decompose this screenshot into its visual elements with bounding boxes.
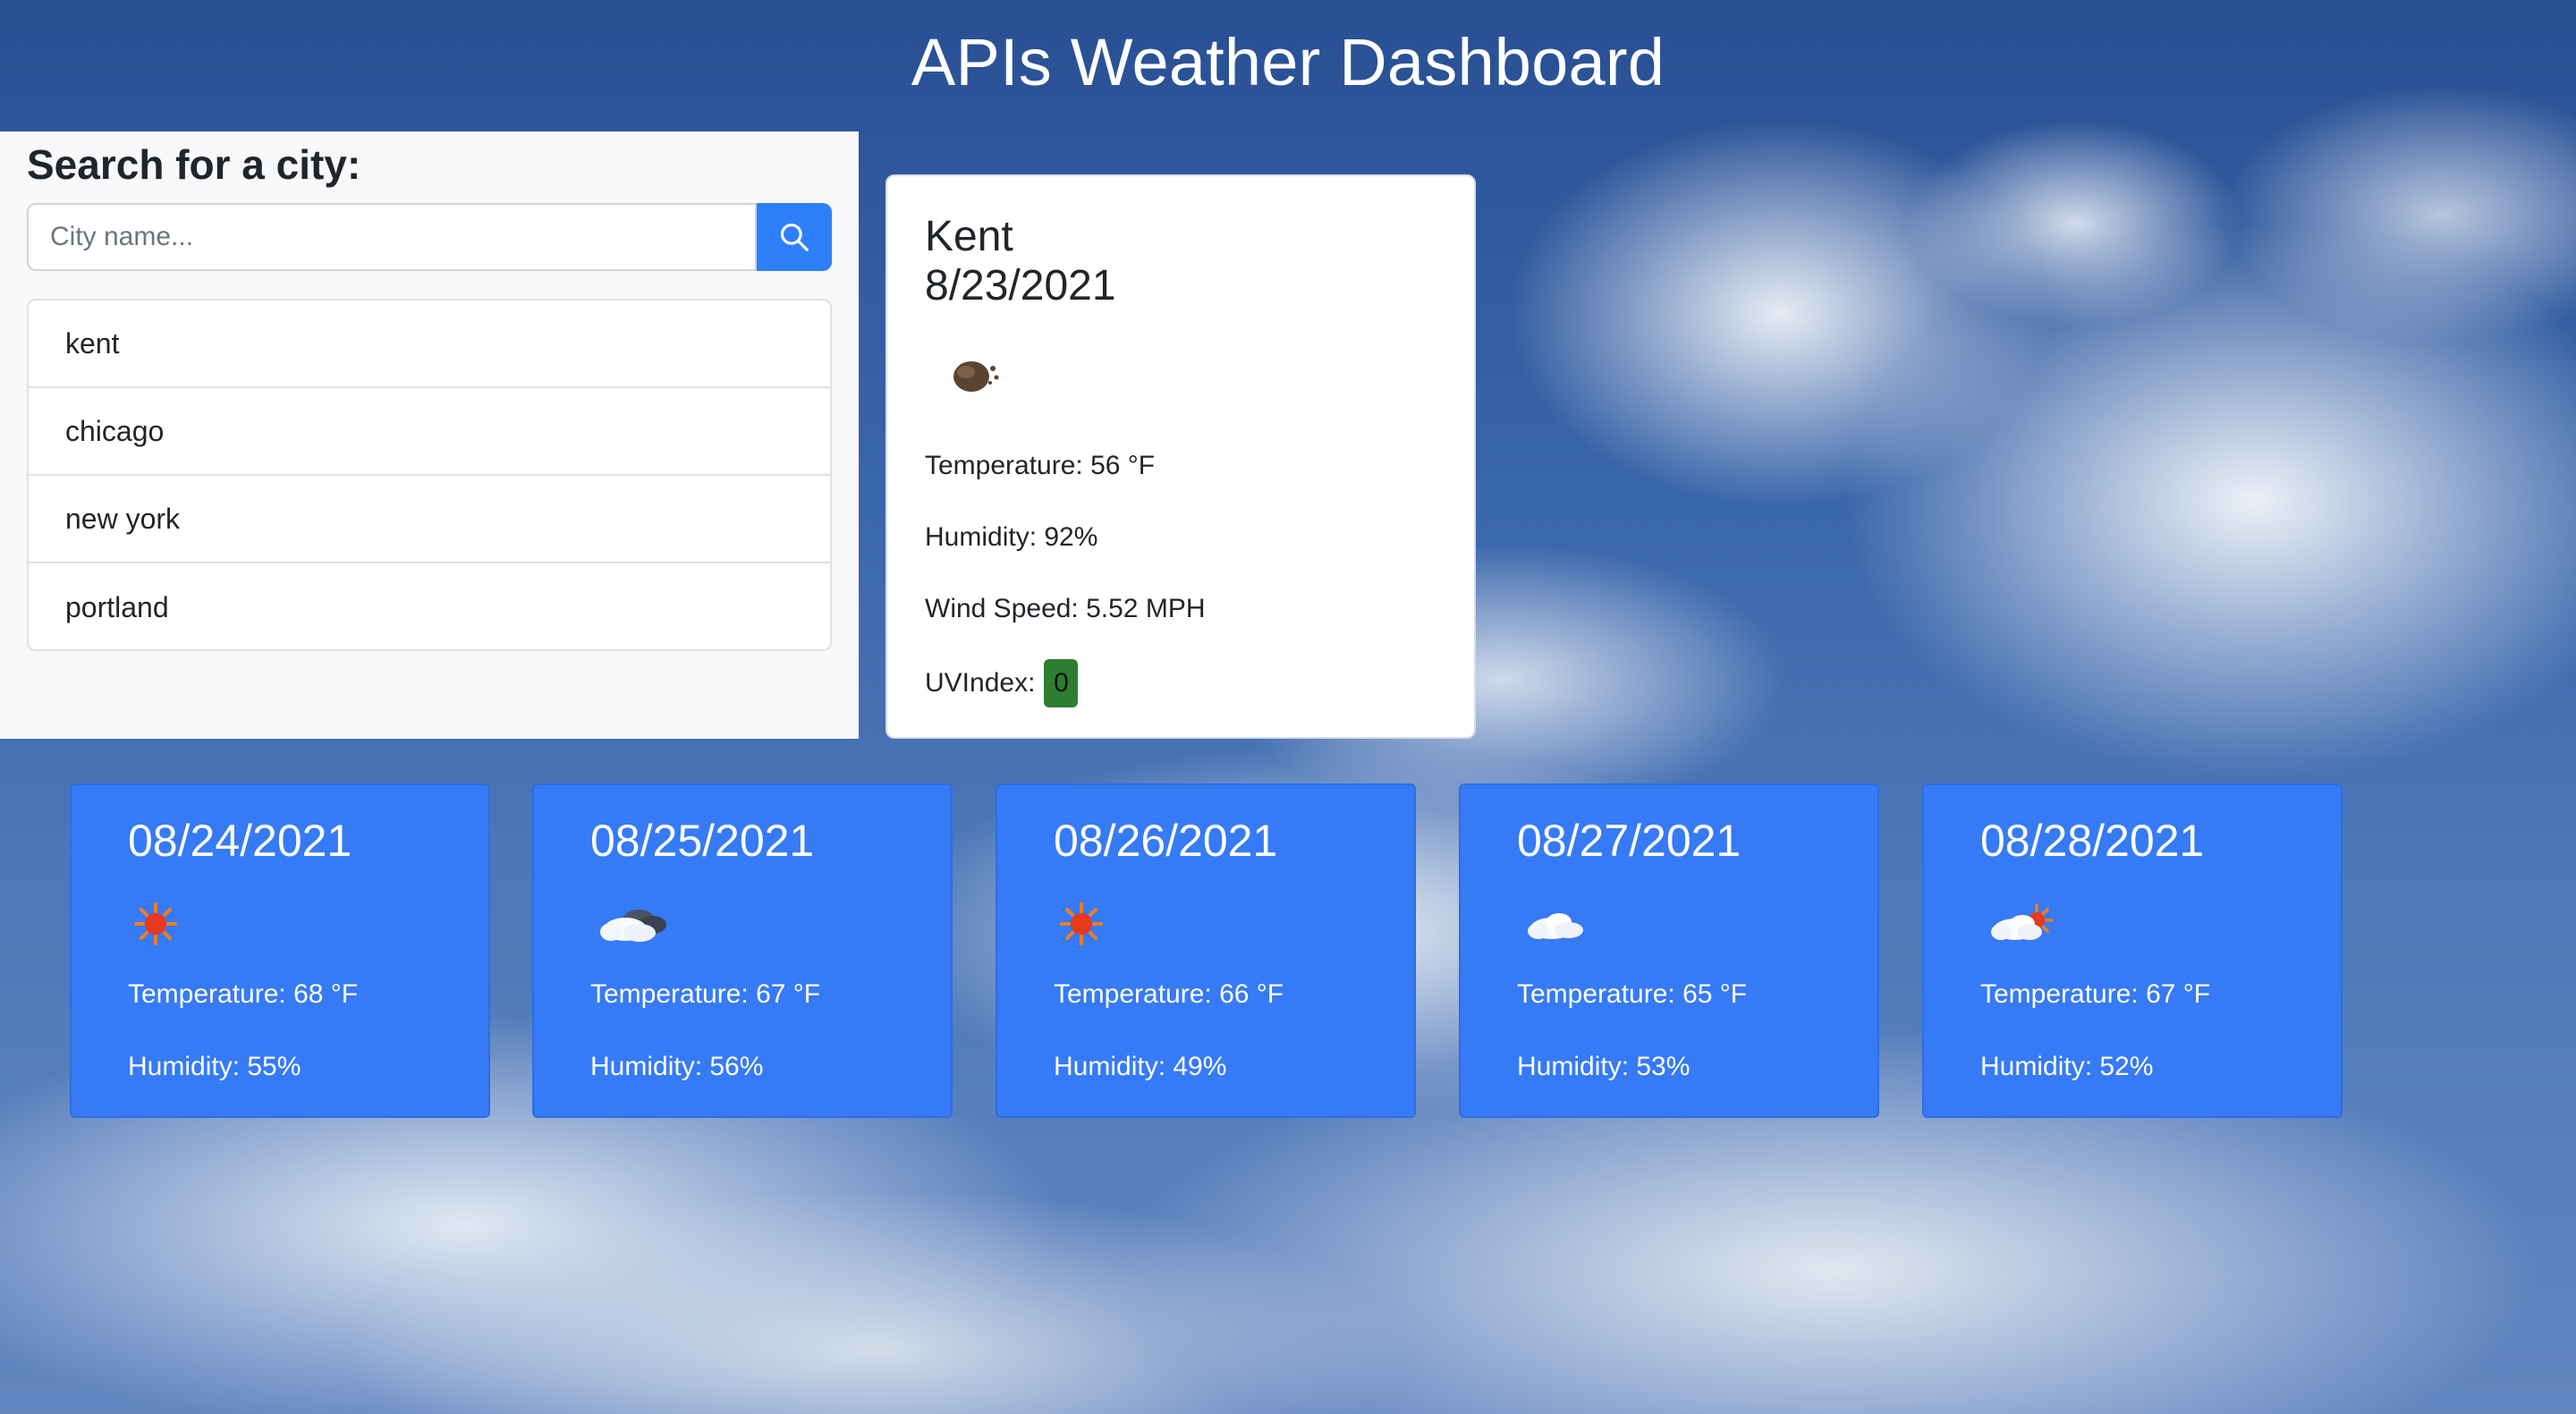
current-humidity: Humidity: 92%	[925, 522, 1098, 552]
search-icon	[780, 223, 809, 251]
forecast-date: 08/28/2021	[1980, 816, 2205, 866]
forecast-temperature: Temperature: 66 °F	[1054, 979, 1284, 1009]
current-temperature: Temperature: 56 °F	[925, 451, 1156, 480]
forecast-temperature: Temperature: 68 °F	[128, 979, 359, 1009]
forecast-card: 08/26/2021 Temperature: 66 °F Humidity: …	[996, 783, 1416, 1118]
forecast-temperature: Temperature: 65 °F	[1517, 979, 1748, 1009]
forecast-date: 08/26/2021	[1054, 816, 1278, 866]
page-header: APIs Weather Dashboard	[0, 0, 2576, 131]
search-group	[27, 203, 832, 271]
forecast-humidity: Humidity: 49%	[1054, 1052, 1227, 1081]
history-item-kent[interactable]: kent	[29, 301, 830, 388]
forecast-card: 08/27/2021 Temperature: 65 °F Humidity: …	[1459, 783, 1879, 1118]
forecast-date: 08/25/2021	[590, 816, 815, 866]
uv-index-row: UVIndex: 0	[925, 659, 1079, 707]
forecast-humidity: Humidity: 52%	[1980, 1052, 2154, 1081]
page-title: APIs Weather Dashboard	[911, 25, 1665, 99]
current-wind-speed: Wind Speed: 5.52 MPH	[925, 594, 1206, 623]
forecast-humidity: Humidity: 53%	[1517, 1052, 1690, 1081]
city-search-input[interactable]	[27, 203, 757, 271]
forecast-humidity: Humidity: 55%	[128, 1052, 301, 1081]
forecast-card: 08/28/2021 Temperature: 67 °F Humidity: …	[1922, 783, 2343, 1118]
sun-icon	[134, 902, 177, 945]
history-item-chicago[interactable]: chicago	[29, 388, 830, 476]
uv-index-badge: 0	[1044, 659, 1079, 707]
forecast-date: 08/24/2021	[128, 816, 352, 866]
history-item-portland[interactable]: portland	[29, 563, 830, 649]
sun-icon	[1060, 902, 1103, 945]
history-item-new-york[interactable]: new york	[29, 476, 830, 563]
cloudy-icon	[600, 910, 666, 942]
current-weather-card: Kent 8/23/2021 Temperature: 56 °F Humidi…	[886, 174, 1476, 739]
forecast-row: 08/24/2021 Temperature: 68 °F Humidity: …	[70, 783, 2343, 1120]
partly-cloudy-icon	[1991, 903, 2054, 940]
uv-index-label: UVIndex:	[925, 668, 1036, 698]
current-city-name: Kent	[925, 213, 1013, 260]
current-date: 8/23/2021	[925, 262, 1116, 309]
forecast-temperature: Temperature: 67 °F	[1980, 979, 2211, 1009]
forecast-temperature: Temperature: 67 °F	[590, 979, 821, 1009]
forecast-date: 08/27/2021	[1517, 816, 1741, 866]
night-cloud-icon	[953, 361, 999, 392]
forecast-card: 08/25/2021 Temperature: 67 °F Humidity: …	[532, 783, 953, 1118]
forecast-card: 08/24/2021 Temperature: 68 °F Humidity: …	[70, 783, 490, 1118]
cloud-icon	[1528, 913, 1583, 939]
forecast-humidity: Humidity: 56%	[590, 1052, 764, 1081]
search-button[interactable]	[757, 203, 832, 271]
search-history-list: kent chicago new york portland	[27, 299, 832, 651]
search-heading: Search for a city:	[27, 141, 361, 188]
